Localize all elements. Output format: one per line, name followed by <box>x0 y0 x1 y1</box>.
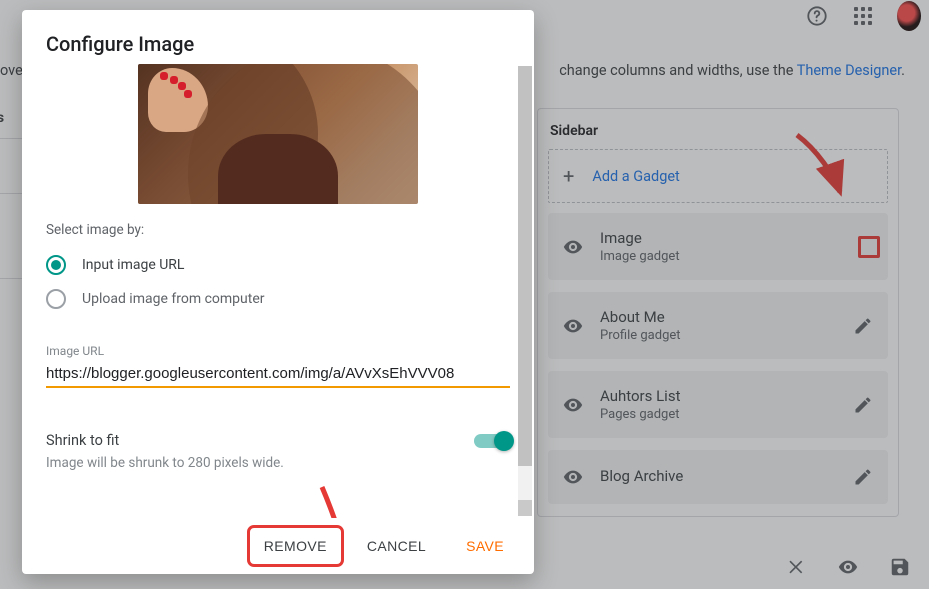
image-preview <box>138 64 418 204</box>
dialog-scroll-area: Select image by: Input image URL Upload … <box>22 64 534 518</box>
radio-input-url[interactable]: Input image URL <box>46 248 510 282</box>
radio-upload-label: Upload image from computer <box>82 291 265 307</box>
shrink-help: Image will be shrunk to 280 pixels wide. <box>46 455 510 471</box>
cancel-button[interactable]: CANCEL <box>355 530 438 562</box>
configure-image-dialog: Configure Image Select image by: Input i… <box>22 10 534 574</box>
radio-checked-icon <box>46 255 66 275</box>
select-by-label: Select image by: <box>46 222 510 238</box>
image-url-input[interactable] <box>46 358 510 388</box>
remove-button[interactable]: REMOVE <box>252 530 339 562</box>
dialog-title: Configure Image <box>22 10 534 64</box>
radio-url-label: Input image URL <box>82 257 184 273</box>
url-field-label: Image URL <box>46 344 510 358</box>
shrink-label: Shrink to fit <box>46 432 119 449</box>
dialog-actions: REMOVE CANCEL SAVE <box>22 518 534 574</box>
annotation-arrow-to-remove <box>302 482 372 518</box>
save-button[interactable]: SAVE <box>454 530 516 562</box>
shrink-toggle[interactable] <box>474 434 510 448</box>
radio-upload[interactable]: Upload image from computer <box>46 282 510 316</box>
radio-unchecked-icon <box>46 289 66 309</box>
scrollbar[interactable] <box>518 66 532 516</box>
